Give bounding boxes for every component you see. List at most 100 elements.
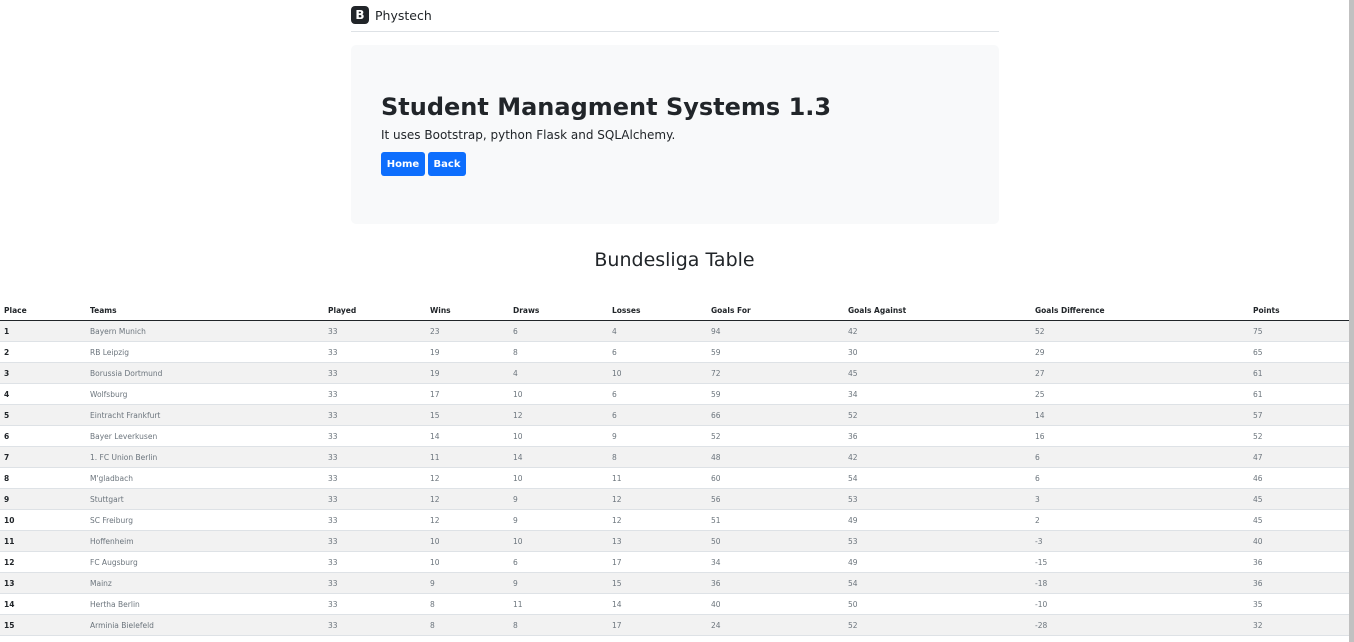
wins-cell: 12 xyxy=(426,509,509,531)
goals-for-cell: 52 xyxy=(707,425,844,447)
table-row: 9 Stuttgart 33 12 9 12 56 53 3 45 xyxy=(0,488,1349,510)
losses-cell: 6 xyxy=(608,404,707,426)
losses-cell: 8 xyxy=(608,446,707,468)
header-goals-against: Goals Against xyxy=(844,300,1031,321)
brand-name[interactable]: Phystech xyxy=(375,8,432,23)
losses-cell: 4 xyxy=(608,320,707,342)
team-cell: Arminia Bielefeld xyxy=(86,614,324,636)
points-cell: 45 xyxy=(1249,509,1349,531)
goals-against-cell: 52 xyxy=(844,404,1031,426)
back-button[interactable]: Back xyxy=(428,152,466,176)
header-wins: Wins xyxy=(426,300,509,321)
goals-difference-cell: 25 xyxy=(1031,383,1249,405)
home-button[interactable]: Home xyxy=(381,152,425,176)
header-draws: Draws xyxy=(509,300,608,321)
goals-difference-cell: -10 xyxy=(1031,593,1249,615)
table-header-row: Place Teams Played Wins Draws Losses Goals For… xyxy=(0,300,1349,321)
played-cell: 33 xyxy=(324,320,426,342)
goals-difference-cell: -15 xyxy=(1031,551,1249,573)
losses-cell: 14 xyxy=(608,593,707,615)
table-row: 6 Bayer Leverkusen 33 14 10 9 52 36 16 52 xyxy=(0,425,1349,447)
losses-cell: 10 xyxy=(608,362,707,384)
draws-cell: 10 xyxy=(509,467,608,489)
losses-cell: 9 xyxy=(608,425,707,447)
navbar-brand[interactable]: B Phystech xyxy=(351,6,432,24)
team-cell: Wolfsburg xyxy=(86,383,324,405)
draws-cell: 10 xyxy=(509,530,608,552)
goals-difference-cell: -18 xyxy=(1031,572,1249,594)
played-cell: 33 xyxy=(324,614,426,636)
place-cell: 6 xyxy=(0,425,86,447)
played-cell: 33 xyxy=(324,467,426,489)
goals-against-cell: 54 xyxy=(844,467,1031,489)
points-cell: 35 xyxy=(1249,593,1349,615)
losses-cell: 17 xyxy=(608,614,707,636)
place-cell: 4 xyxy=(0,383,86,405)
draws-cell: 6 xyxy=(509,320,608,342)
losses-cell: 15 xyxy=(608,572,707,594)
place-cell: 9 xyxy=(0,488,86,510)
goals-difference-cell: 14 xyxy=(1031,404,1249,426)
header-place: Place xyxy=(0,300,86,321)
wins-cell: 9 xyxy=(426,572,509,594)
played-cell: 33 xyxy=(324,488,426,510)
place-cell: 10 xyxy=(0,509,86,531)
team-cell: Hoffenheim xyxy=(86,530,324,552)
goals-for-cell: 40 xyxy=(707,593,844,615)
goals-for-cell: 60 xyxy=(707,467,844,489)
goals-for-cell: 56 xyxy=(707,488,844,510)
table-row: 8 M'gladbach 33 12 10 11 60 54 6 46 xyxy=(0,467,1349,489)
draws-cell: 9 xyxy=(509,509,608,531)
goals-against-cell: 52 xyxy=(844,614,1031,636)
table-row: 3 Borussia Dortmund 33 19 4 10 72 45 27 61 xyxy=(0,362,1349,384)
draws-cell: 8 xyxy=(509,341,608,363)
losses-cell: 12 xyxy=(608,488,707,510)
goals-for-cell: 59 xyxy=(707,383,844,405)
header-points: Points xyxy=(1249,300,1349,321)
place-cell: 12 xyxy=(0,551,86,573)
goals-difference-cell: 16 xyxy=(1031,425,1249,447)
team-cell: M'gladbach xyxy=(86,467,324,489)
goals-against-cell: 42 xyxy=(844,446,1031,468)
played-cell: 33 xyxy=(324,425,426,447)
wins-cell: 12 xyxy=(426,467,509,489)
points-cell: 61 xyxy=(1249,362,1349,384)
place-cell: 11 xyxy=(0,530,86,552)
played-cell: 33 xyxy=(324,530,426,552)
team-cell: Hertha Berlin xyxy=(86,593,324,615)
place-cell: 1 xyxy=(0,320,86,342)
goals-for-cell: 34 xyxy=(707,551,844,573)
goals-difference-cell: 6 xyxy=(1031,446,1249,468)
points-cell: 52 xyxy=(1249,425,1349,447)
wins-cell: 19 xyxy=(426,362,509,384)
played-cell: 33 xyxy=(324,362,426,384)
table-row: 12 FC Augsburg 33 10 6 17 34 49 -15 36 xyxy=(0,551,1349,573)
draws-cell: 8 xyxy=(509,614,608,636)
table-row: 15 Arminia Bielefeld 33 8 8 17 24 52 -28 32 xyxy=(0,614,1349,636)
draws-cell: 11 xyxy=(509,593,608,615)
wins-cell: 8 xyxy=(426,593,509,615)
points-cell: 75 xyxy=(1249,320,1349,342)
vertical-scrollbar[interactable] xyxy=(1349,0,1354,642)
draws-cell: 9 xyxy=(509,488,608,510)
team-cell: Borussia Dortmund xyxy=(86,362,324,384)
played-cell: 33 xyxy=(324,341,426,363)
losses-cell: 13 xyxy=(608,530,707,552)
table-row: 11 Hoffenheim 33 10 10 13 50 53 -3 40 xyxy=(0,530,1349,552)
wins-cell: 19 xyxy=(426,341,509,363)
team-cell: Mainz xyxy=(86,572,324,594)
wins-cell: 14 xyxy=(426,425,509,447)
place-cell: 13 xyxy=(0,572,86,594)
played-cell: 33 xyxy=(324,509,426,531)
team-cell: FC Augsburg xyxy=(86,551,324,573)
table-row: 13 Mainz 33 9 9 15 36 54 -18 36 xyxy=(0,572,1349,594)
header-played: Played xyxy=(324,300,426,321)
draws-cell: 10 xyxy=(509,383,608,405)
scrollbar-thumb[interactable] xyxy=(1349,0,1354,642)
bootstrap-logo-icon: B xyxy=(351,6,369,24)
team-cell: 1. FC Union Berlin xyxy=(86,446,324,468)
page-description: It uses Bootstrap, python Flask and SQLA… xyxy=(381,128,676,142)
points-cell: 61 xyxy=(1249,383,1349,405)
standings-table: Place Teams Played Wins Draws Losses Goals For… xyxy=(0,300,1349,636)
team-cell: Eintracht Frankfurt xyxy=(86,404,324,426)
